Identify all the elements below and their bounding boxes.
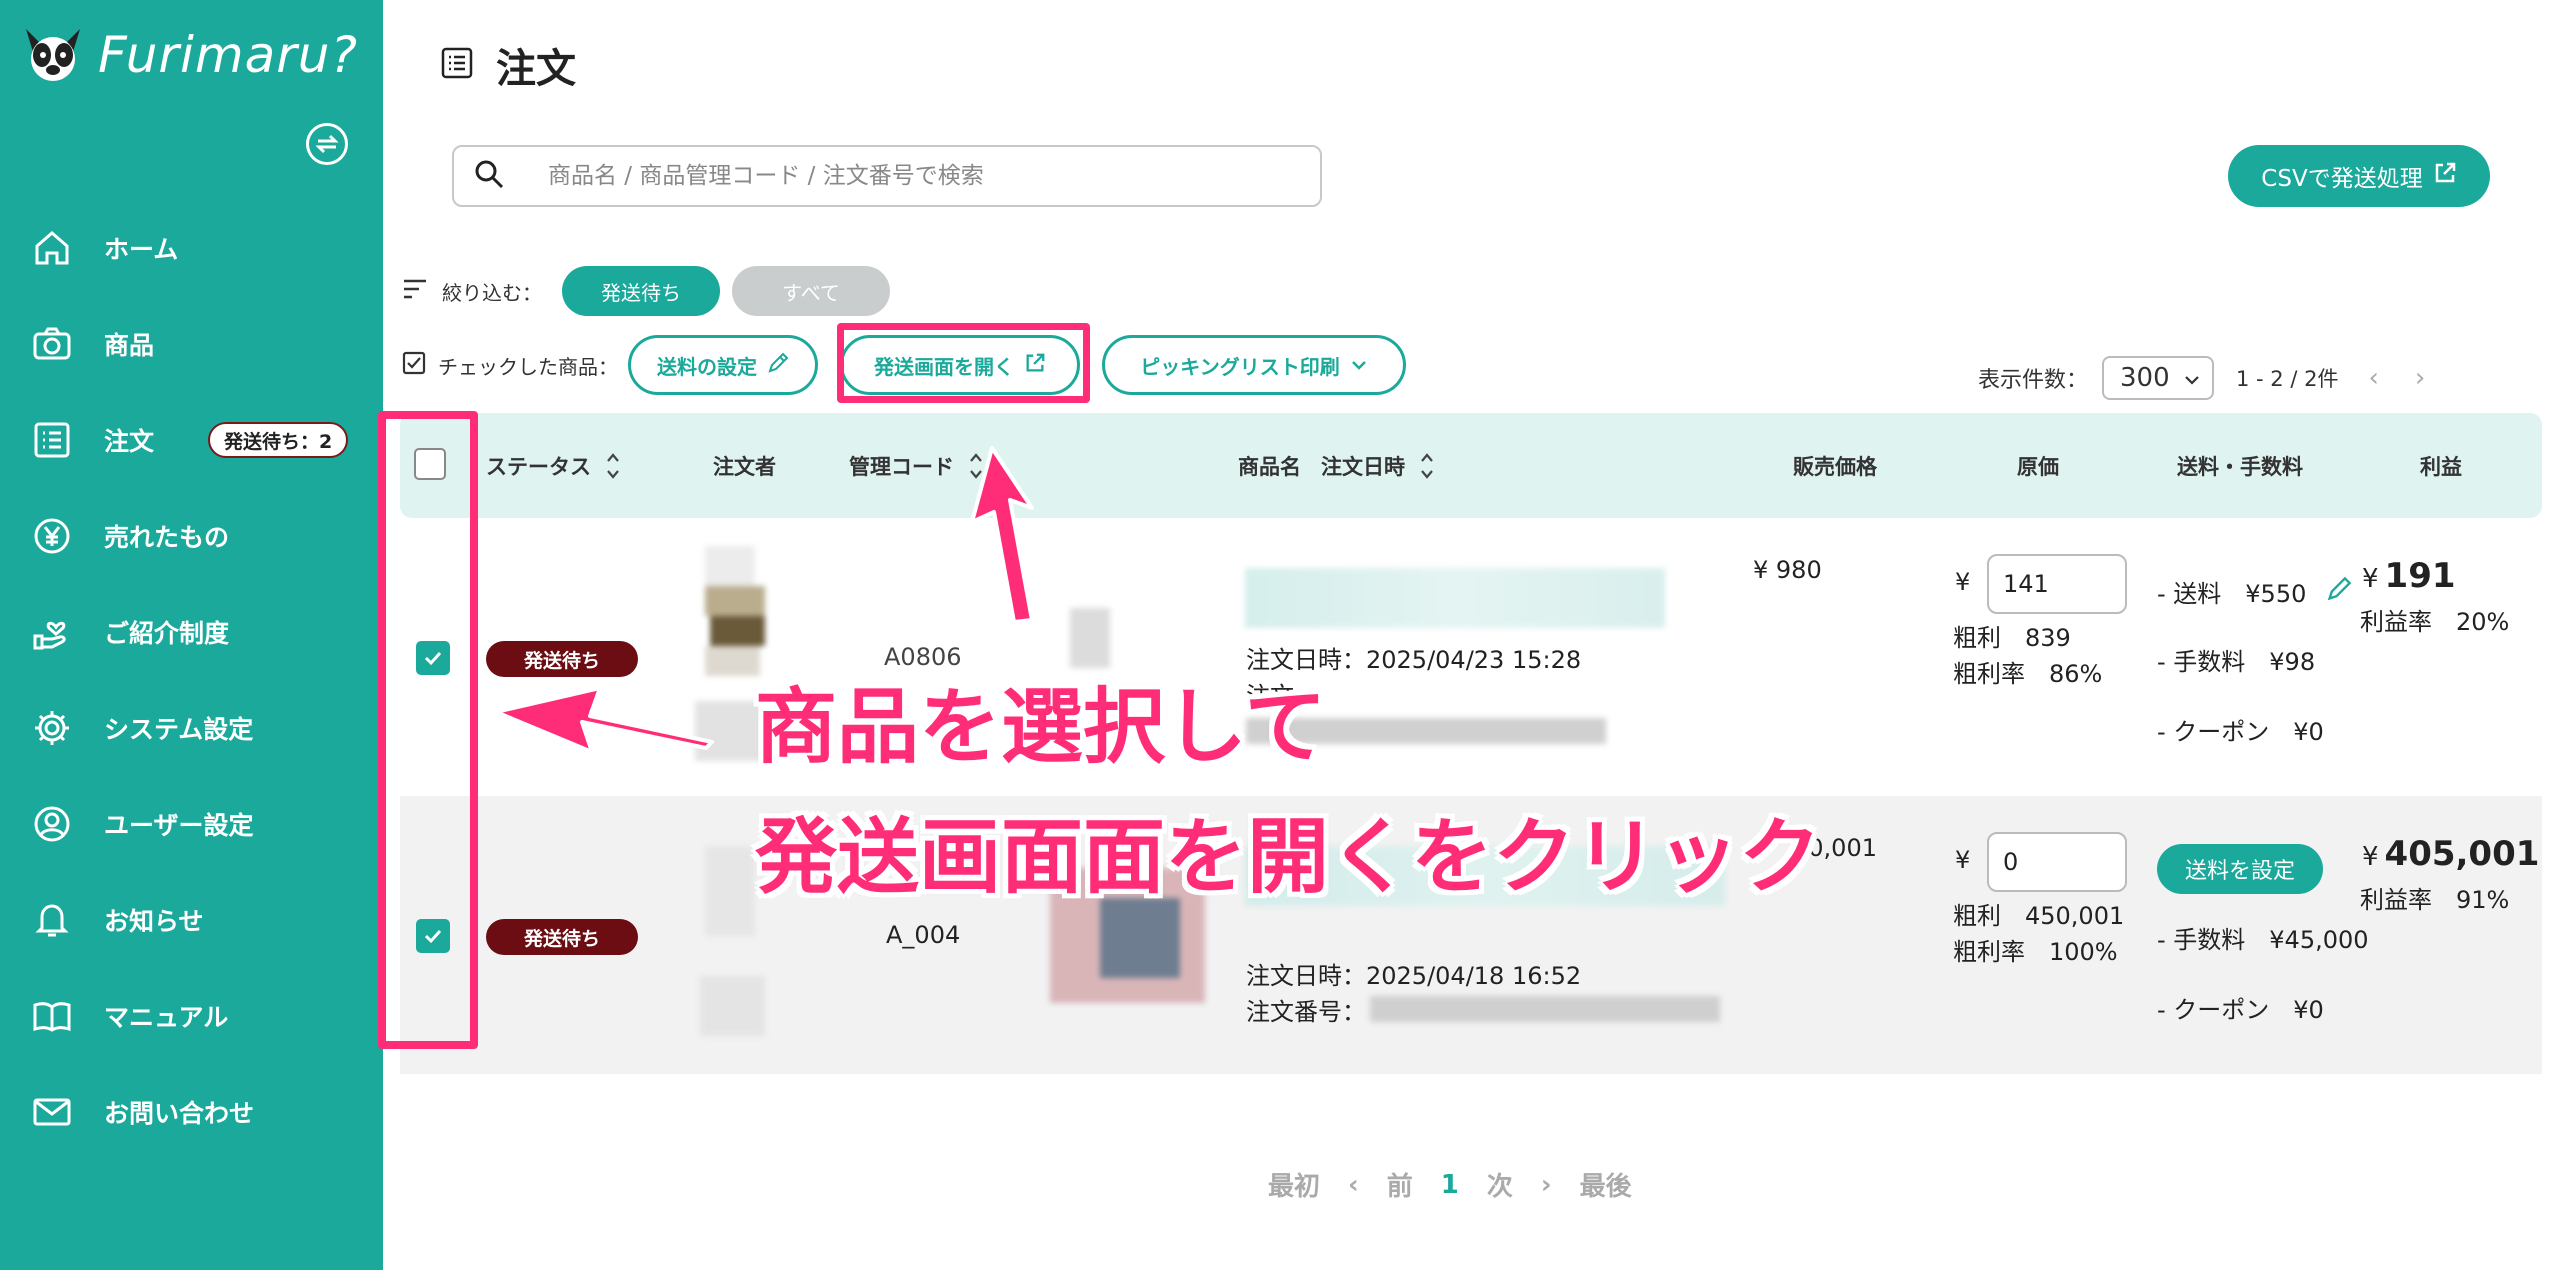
arrow-to-button-icon [970,446,1034,624]
annotation-line-2: 発送画面面を開くをクリック [755,810,1822,905]
arrow-to-checkboxes-icon [494,686,714,754]
annotation-line-1: 商品を選択して [755,680,1327,775]
annotation-arrows [494,446,1034,754]
